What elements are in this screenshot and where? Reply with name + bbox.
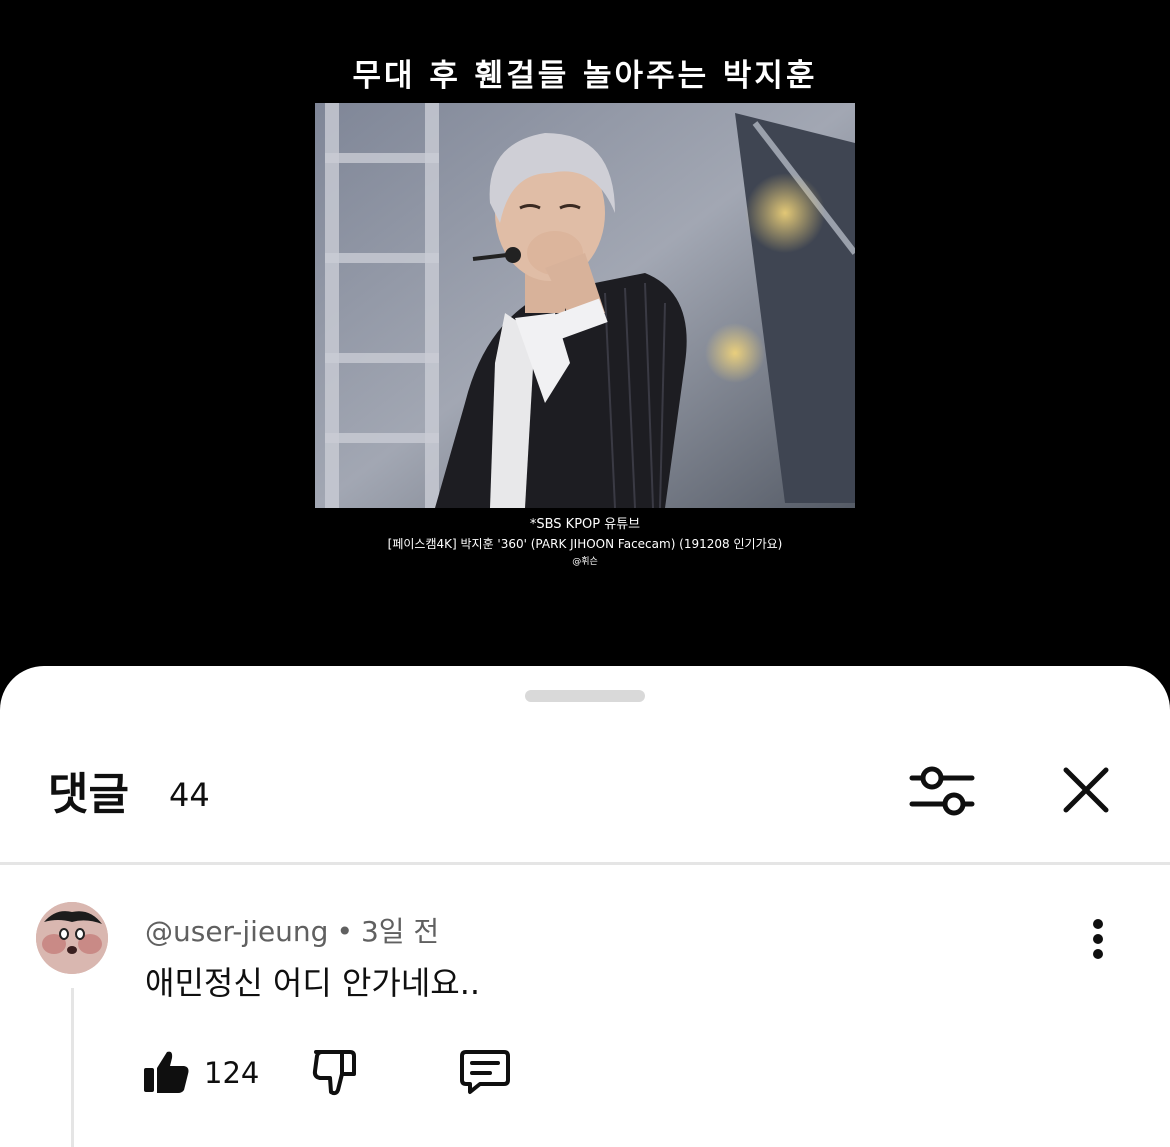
comments-sheet: 댓글 44 @user-jieung • 3일 전 애민정신 어디 안가네요..… bbox=[0, 666, 1170, 1147]
meta-separator: • bbox=[336, 915, 353, 948]
sliders-icon bbox=[909, 766, 975, 816]
comment-author[interactable]: @user-jieung bbox=[145, 915, 328, 948]
comments-title: 댓글 bbox=[48, 769, 129, 820]
more-options-button[interactable] bbox=[1080, 918, 1116, 960]
more-vert-icon bbox=[1093, 919, 1103, 959]
video-caption: 무대 후 휀걸들 놀아주는 박지훈 bbox=[352, 58, 818, 94]
comment-meta: @user-jieung • 3일 전 bbox=[145, 910, 439, 950]
filter-button[interactable] bbox=[908, 762, 976, 822]
video-credits: *SBS KPOP 유튜브 [페이스캠4K] 박지훈 '360' (PARK J… bbox=[0, 515, 1170, 570]
credit-editor: @휘슨 bbox=[572, 557, 598, 567]
credit-title: [페이스캠4K] 박지훈 '360' (PARK JIHOON Facecam)… bbox=[387, 537, 783, 551]
video-frame[interactable] bbox=[315, 103, 855, 508]
video-still-image bbox=[315, 103, 855, 508]
like-count: 124 bbox=[204, 1056, 260, 1090]
comments-count: 44 bbox=[169, 776, 210, 814]
close-icon bbox=[1063, 767, 1109, 813]
screen: 무대 후 휀걸들 놀아주는 박지훈 *SBS KPOP 유튜브 [페이스캠4K]… bbox=[0, 0, 1170, 1147]
video-player[interactable]: 무대 후 휀걸들 놀아주는 박지훈 *SBS KPOP 유튜브 [페이스캠4K]… bbox=[0, 0, 1170, 700]
comment-text: 애민정신 어디 안가네요.. bbox=[145, 964, 481, 1002]
thumbs-up-icon bbox=[144, 1051, 189, 1093]
thumbs-down-icon bbox=[312, 1050, 356, 1096]
like-button[interactable] bbox=[140, 1046, 192, 1098]
credit-source: *SBS KPOP 유튜브 bbox=[529, 517, 641, 532]
dislike-button[interactable] bbox=[310, 1046, 362, 1098]
drag-handle[interactable] bbox=[525, 690, 645, 702]
close-button[interactable] bbox=[1058, 762, 1114, 818]
thread-line bbox=[71, 988, 74, 1147]
reply-button[interactable] bbox=[458, 1046, 514, 1098]
comments-header: 댓글 44 bbox=[0, 736, 1170, 856]
avatar[interactable] bbox=[36, 902, 108, 974]
header-divider bbox=[0, 862, 1170, 865]
reply-icon bbox=[460, 1050, 510, 1094]
avatar-image bbox=[36, 902, 108, 974]
comment-time: 3일 전 bbox=[360, 915, 440, 948]
comment-item: @user-jieung • 3일 전 애민정신 어디 안가네요.. 124 bbox=[0, 866, 1170, 1147]
comment-actions: 124 bbox=[140, 1046, 540, 1106]
